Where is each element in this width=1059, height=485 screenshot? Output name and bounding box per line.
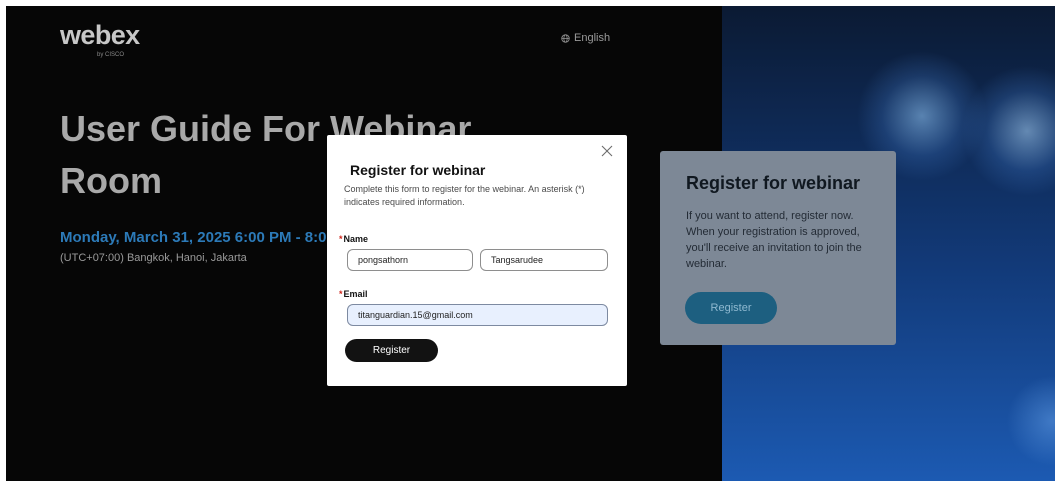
close-icon[interactable] [601,145,613,157]
last-name-input[interactable] [480,249,608,271]
register-card-title: Register for webinar [686,173,861,193]
email-input[interactable] [347,304,608,326]
register-submit-button[interactable]: Register [345,339,438,362]
language-selector[interactable]: English [561,32,610,44]
logo-text: webex [60,20,140,50]
email-label: *Email [339,289,368,299]
name-label-text: Name [343,234,369,244]
webex-logo[interactable]: webex by CISCO [60,20,140,59]
register-card: Register for webinar If you want to atte… [660,151,896,345]
register-card-description: If you want to attend, register now. Whe… [686,210,862,270]
webinar-page: webex by CISCO English User Guide For We… [6,6,1055,481]
register-card-button[interactable]: Register [685,292,777,324]
first-name-input[interactable] [347,249,473,271]
logo-subtext: by CISCO [97,52,125,58]
required-mark: * [339,289,343,299]
required-mark: * [339,234,343,244]
language-label: English [574,32,611,44]
event-timezone: (UTC+07:00) Bangkok, Hanoi, Jakarta [60,252,247,264]
dialog-description: Complete this form to register for the w… [344,184,585,207]
email-label-text: Email [343,289,368,299]
globe-icon [561,33,570,43]
event-date-time: Monday, March 31, 2025 6:00 PM - 8:0 [60,229,327,246]
register-dialog: Register for webinar Complete this form … [327,135,627,386]
name-label: *Name [339,234,368,244]
dialog-title: Register for webinar [350,162,486,178]
